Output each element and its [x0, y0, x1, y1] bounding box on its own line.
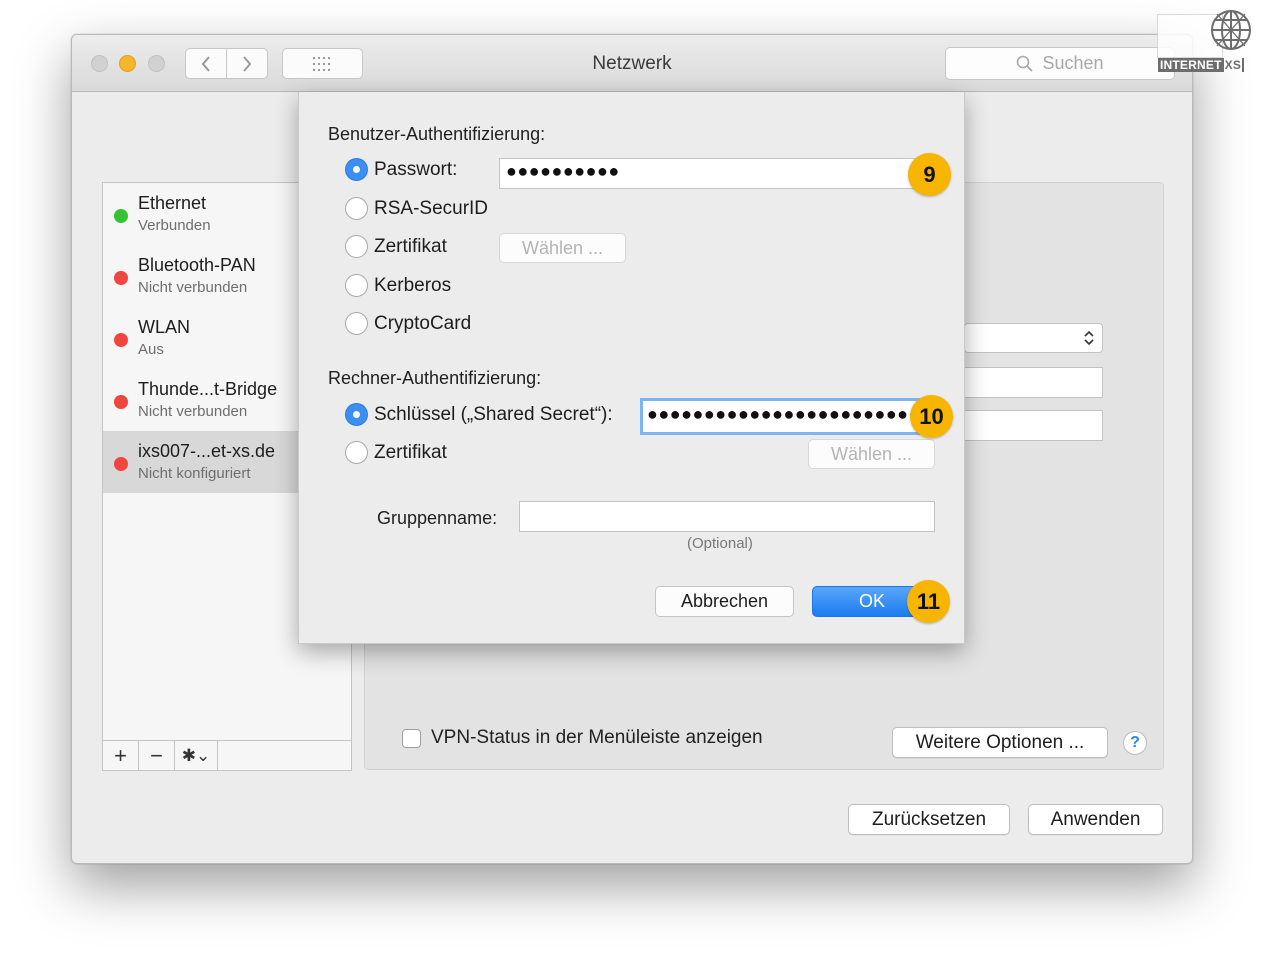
radio-rsa-securid[interactable]: RSA-SecurID [345, 197, 488, 220]
service-name: WLAN [138, 317, 191, 337]
logo-suffix: XS [1223, 58, 1243, 72]
service-status: Aus [138, 341, 164, 358]
password-field[interactable]: ●●●●●●●●●● [499, 158, 927, 189]
radio-certificate[interactable]: Zertifikat [345, 235, 447, 258]
shared-secret-value: ●●●●●●●●●●●●●●●●●●●●●●●●● [647, 404, 927, 424]
user-auth-heading: Benutzer-Authentifizierung: [328, 124, 546, 144]
radio-shared-secret[interactable]: Schlüssel („Shared Secret“): [345, 403, 613, 426]
radio-button[interactable] [345, 197, 368, 220]
service-status: Verbunden [138, 217, 211, 234]
radio-button[interactable] [345, 441, 368, 464]
help-button[interactable]: ? [1123, 731, 1147, 755]
gear-icon: ✱⌄ [181, 745, 211, 765]
radio-button[interactable] [345, 403, 368, 426]
radio-label: RSA-SecurID [374, 197, 489, 219]
choose-user-certificate-button[interactable]: Wählen ... [499, 233, 626, 263]
optional-hint: (Optional) [687, 535, 753, 552]
service-status: Nicht verbunden [138, 403, 248, 420]
status-dot [114, 271, 128, 285]
vpn-status-checkbox[interactable] [402, 728, 421, 748]
more-options-button[interactable]: Weitere Optionen ... [892, 727, 1108, 758]
authentication-settings-sheet: Benutzer-Authentifizierung: Passwort: ●●… [298, 92, 965, 644]
status-dot [114, 457, 128, 471]
radio-machine-certificate[interactable]: Zertifikat [345, 441, 447, 464]
gear-menu-button[interactable]: ✱⌄ [175, 741, 218, 770]
radio-password[interactable]: Passwort: [345, 158, 457, 181]
status-dot [114, 209, 128, 223]
updown-chevron-icon [1084, 330, 1094, 346]
cancel-button[interactable]: Abbrechen [655, 586, 794, 617]
shared-secret-field[interactable]: ●●●●●●●●●●●●●●●●●●●●●●●●● [640, 398, 927, 435]
titlebar: Netzwerk Suchen [72, 35, 1192, 92]
logo-wordmark: INTERNET XS [1158, 58, 1245, 72]
service-name: Bluetooth-PAN [138, 255, 256, 275]
status-dot [114, 333, 128, 347]
revert-button[interactable]: Zurücksetzen [848, 804, 1010, 835]
radio-label: CryptoCard [374, 312, 472, 334]
callout-badge-9: 9 [908, 153, 951, 196]
service-name: ixs007-...et-xs.de [138, 441, 276, 461]
vpn-status-row[interactable]: VPN-Status in der Menüleiste anzeigen [402, 727, 763, 749]
remove-service-button[interactable]: − [139, 741, 175, 770]
choose-machine-certificate-button[interactable]: Wählen ... [808, 439, 935, 469]
radio-label: Schlüssel („Shared Secret“): [374, 403, 613, 425]
radio-kerberos[interactable]: Kerberos [345, 274, 451, 297]
machine-auth-heading: Rechner-Authentifizierung: [328, 368, 542, 388]
callout-badge-11: 11 [907, 580, 950, 623]
internetxs-logo: INTERNET XS [1157, 6, 1255, 74]
service-name: Ethernet [138, 193, 207, 213]
add-service-button[interactable]: + [103, 741, 139, 770]
radio-label: Kerberos [374, 274, 452, 296]
apply-button[interactable]: Anwenden [1028, 804, 1163, 835]
vpn-status-label: VPN-Status in der Menüleiste anzeigen [431, 727, 763, 748]
service-list-toolbar: + − ✱⌄ [102, 740, 352, 771]
service-status: Nicht konfiguriert [138, 465, 251, 482]
callout-badge-10: 10 [910, 395, 953, 438]
status-dot [114, 395, 128, 409]
configuration-select[interactable] [964, 323, 1103, 353]
service-status: Nicht verbunden [138, 279, 248, 296]
account-name-field[interactable] [964, 410, 1103, 441]
server-address-field[interactable] [964, 367, 1103, 398]
search-placeholder: Suchen [1042, 53, 1104, 73]
globe-icon [1211, 10, 1251, 50]
search-field[interactable]: Suchen [945, 47, 1175, 80]
radio-button[interactable] [345, 312, 368, 335]
password-value: ●●●●●●●●●● [506, 161, 620, 181]
service-name: Thunde...t-Bridge [138, 379, 278, 399]
logo-text: INTERNET [1160, 58, 1222, 72]
search-icon [1017, 55, 1034, 72]
group-name-label: Gruppenname: [377, 508, 498, 528]
radio-cryptocard[interactable]: CryptoCard [345, 312, 471, 335]
radio-label: Zertifikat [374, 235, 447, 257]
radio-button[interactable] [345, 274, 368, 297]
radio-button[interactable] [345, 158, 368, 181]
radio-label: Passwort: [374, 158, 458, 180]
radio-button[interactable] [345, 235, 368, 258]
group-name-field[interactable] [519, 501, 935, 532]
radio-label: Zertifikat [374, 441, 447, 463]
